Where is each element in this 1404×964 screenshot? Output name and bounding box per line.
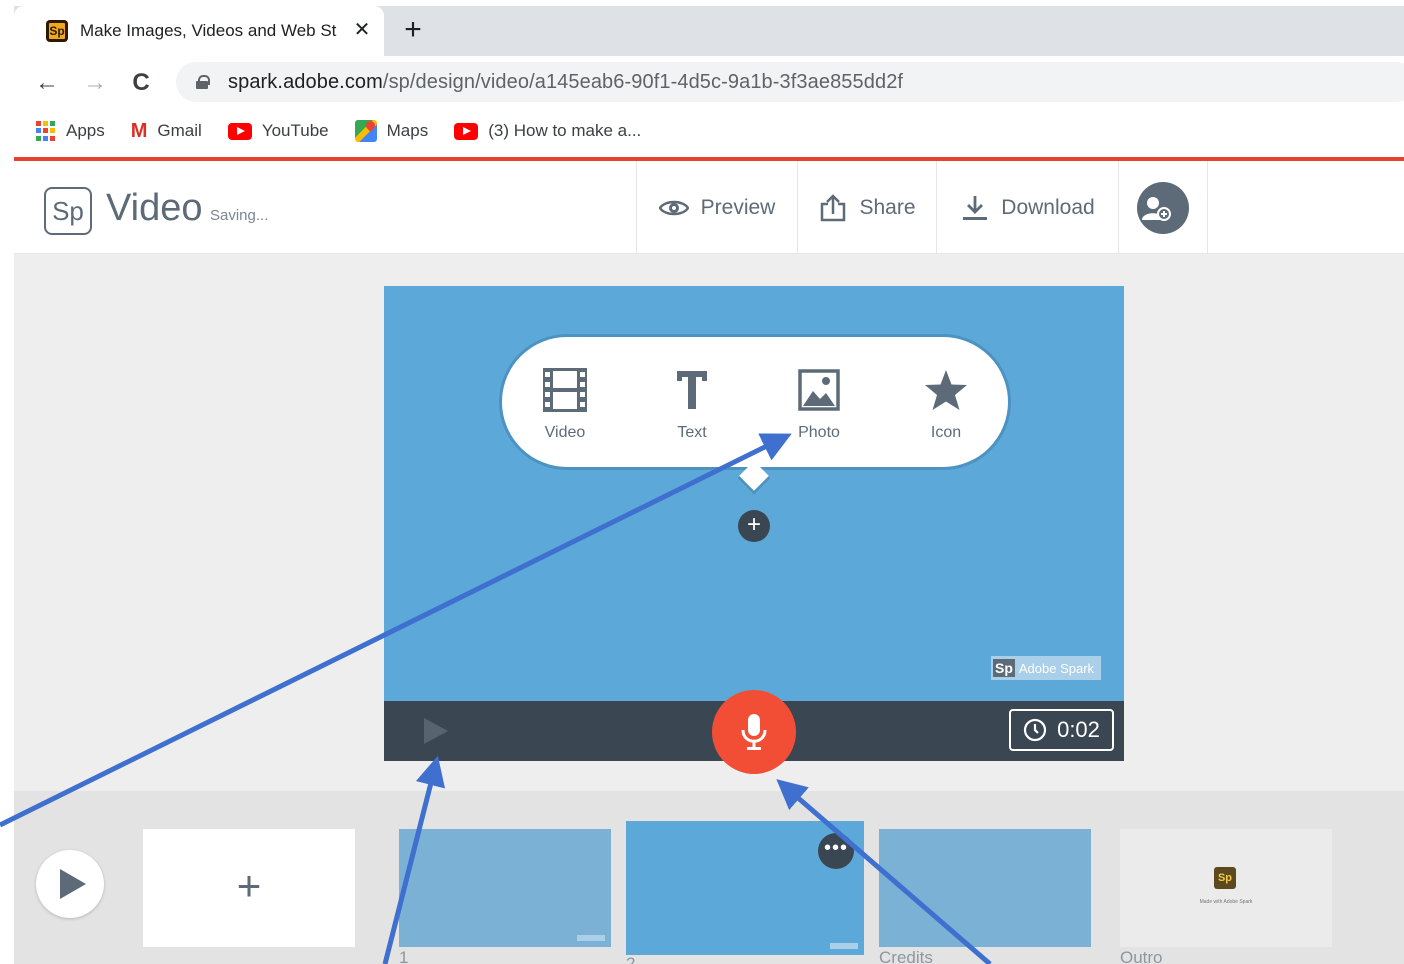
slide-number: 1 <box>399 948 409 964</box>
maps-icon <box>354 120 377 142</box>
bookmarks-bar: Apps M Gmail YouTube Maps (3) How to mak… <box>14 108 1404 154</box>
close-tab-icon[interactable]: ✕ <box>350 18 374 42</box>
spark-logo-icon: Sp <box>1214 867 1236 889</box>
add-content-menu: Video Text Photo Icon <box>499 334 1011 470</box>
gmail-icon: M <box>130 120 148 142</box>
reload-button[interactable]: C <box>124 66 158 100</box>
microphone-icon <box>741 714 767 750</box>
back-button[interactable]: ← <box>30 66 64 100</box>
new-tab-button[interactable]: + <box>398 15 428 46</box>
slide-thumbnail-1[interactable] <box>399 829 611 947</box>
share-label: Share <box>859 195 916 219</box>
bookmark-youtube[interactable]: YouTube <box>227 121 329 141</box>
app-header: Sp Video Saving... Preview Share Downloa… <box>14 161 1404 254</box>
url-text: spark.adobe.com/sp/design/video/a145eab6… <box>228 71 903 94</box>
bookmark-label: Gmail <box>157 121 202 140</box>
download-label: Download <box>1001 195 1095 219</box>
bookmark-gmail[interactable]: M Gmail <box>131 121 202 141</box>
eye-icon <box>658 200 689 215</box>
star-icon <box>925 370 967 410</box>
bookmark-label: YouTube <box>261 121 329 140</box>
download-button[interactable]: Download <box>936 161 1119 254</box>
watermark-text: Adobe Spark <box>1018 660 1095 676</box>
bookmark-how-to-make[interactable]: (3) How to make a... <box>454 121 641 141</box>
option-label: Photo <box>798 424 840 441</box>
bookmark-maps[interactable]: Maps <box>354 120 429 142</box>
adobe-spark-watermark: Sp Adobe Spark <box>991 656 1101 680</box>
bookmark-label: Apps <box>66 121 105 140</box>
spark-logo[interactable]: Sp <box>44 187 92 235</box>
add-icon-option[interactable]: Icon <box>901 367 991 442</box>
app-title: Video <box>106 187 203 229</box>
apps-grid-icon <box>36 121 56 141</box>
bookmark-label: Maps <box>386 121 429 140</box>
slide-label-credits: Credits <box>879 948 933 964</box>
text-icon <box>677 371 707 409</box>
youtube-icon <box>454 122 479 140</box>
account-button[interactable] <box>1118 161 1208 254</box>
film-icon <box>543 368 587 412</box>
editor-workspace: Video Text Photo Icon + Sp Adobe Spark 0… <box>14 254 1404 791</box>
bookmark-apps[interactable]: Apps <box>36 121 105 141</box>
more-options-icon[interactable]: ••• <box>818 833 854 869</box>
browser-tab[interactable]: Sp Make Images, Videos and Web St ✕ <box>14 6 384 56</box>
save-status: Saving... <box>210 207 269 224</box>
forward-button[interactable]: → <box>78 66 112 100</box>
url-host: spark.adobe.com <box>228 70 383 93</box>
preview-button[interactable]: Preview <box>636 161 797 254</box>
play-slide-icon[interactable] <box>424 718 448 744</box>
youtube-icon <box>227 122 252 140</box>
slide-thumbnail-credits[interactable] <box>879 829 1091 947</box>
slide-thumbnail-2[interactable]: ••• <box>626 821 864 955</box>
slide-filmstrip: + 1 ••• 2 Credits Sp Made with Adobe Spa… <box>14 791 1404 964</box>
add-slide-button[interactable]: + <box>143 829 355 947</box>
add-photo-option[interactable]: Photo <box>774 367 864 442</box>
playback-bar: 0:02 <box>384 690 1124 774</box>
outro-caption: Made with Adobe Spark <box>1199 899 1253 905</box>
bookmark-label: (3) How to make a... <box>488 121 642 140</box>
option-label: Text <box>677 424 707 441</box>
preview-label: Preview <box>700 195 776 219</box>
url-path: /sp/design/video/a145eab6-90f1-4d5c-9a1b… <box>382 70 904 93</box>
option-label: Video <box>544 424 586 441</box>
browser-tab-strip: Sp Make Images, Videos and Web St ✕ + <box>14 6 1404 56</box>
duration-value: 0:02 <box>1057 717 1100 742</box>
record-voice-button[interactable] <box>712 690 796 774</box>
add-content-button[interactable]: + <box>738 510 770 542</box>
slide-duration-button[interactable]: 0:02 <box>1009 709 1114 751</box>
slide-thumbnail-outro[interactable]: Sp Made with Adobe Spark <box>1120 829 1332 947</box>
slide-label-outro: Outro <box>1120 948 1163 964</box>
option-label: Icon <box>930 424 962 441</box>
spark-favicon-icon: Sp <box>46 20 68 42</box>
browser-toolbar: ← → C spark.adobe.com/sp/design/video/a1… <box>14 56 1404 108</box>
slide-canvas[interactable]: Video Text Photo Icon + Sp Adobe Spark <box>384 286 1124 701</box>
download-icon <box>963 195 988 220</box>
address-bar[interactable]: spark.adobe.com/sp/design/video/a145eab6… <box>176 62 1404 102</box>
tab-title: Make Images, Videos and Web St <box>80 21 337 40</box>
add-video-option[interactable]: Video <box>520 367 610 442</box>
share-icon <box>821 193 846 221</box>
add-text-option[interactable]: Text <box>647 367 737 442</box>
share-button[interactable]: Share <box>797 161 937 254</box>
clock-icon <box>1023 718 1047 742</box>
lock-icon <box>196 75 210 89</box>
photo-icon <box>798 369 840 411</box>
slide-number: 2 <box>626 954 636 964</box>
add-user-avatar-icon <box>1137 181 1189 234</box>
play-all-button[interactable] <box>36 850 104 918</box>
watermark-logo: Sp <box>993 659 1015 677</box>
